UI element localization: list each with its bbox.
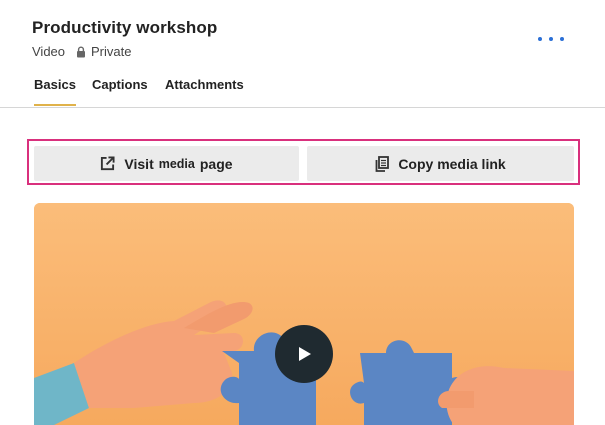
tab-attachments[interactable]: Attachments — [165, 76, 244, 106]
copy-icon — [375, 155, 390, 172]
visibility-label: Private — [91, 44, 132, 59]
media-header: Productivity workshop Video Private — [32, 18, 217, 59]
visit-media-page-button[interactable]: Visit media page — [34, 146, 299, 181]
more-options-icon[interactable] — [538, 30, 564, 48]
copy-media-link-label: Copy media link — [398, 155, 506, 172]
play-icon — [299, 347, 311, 361]
media-actions-highlight: Visit media page Copy media link — [27, 139, 580, 185]
tab-basics[interactable]: Basics — [34, 76, 76, 106]
play-button[interactable] — [275, 325, 333, 383]
visit-label-2: media — [158, 156, 195, 171]
media-type-label: Video — [32, 44, 66, 59]
lock-icon — [77, 46, 86, 57]
tab-captions[interactable]: Captions — [92, 76, 148, 106]
page-title: Productivity workshop — [32, 18, 218, 37]
puzzle-illustration — [34, 203, 574, 425]
copy-media-link-button[interactable]: Copy media link — [307, 146, 574, 181]
external-link-icon — [101, 156, 115, 171]
media-meta: Video Private — [32, 44, 217, 59]
visit-label-3: page — [199, 155, 233, 172]
video-thumbnail[interactable] — [34, 203, 574, 425]
visit-label-1: Visit — [124, 155, 154, 172]
tab-bar: Basics Captions Attachments — [0, 76, 605, 108]
